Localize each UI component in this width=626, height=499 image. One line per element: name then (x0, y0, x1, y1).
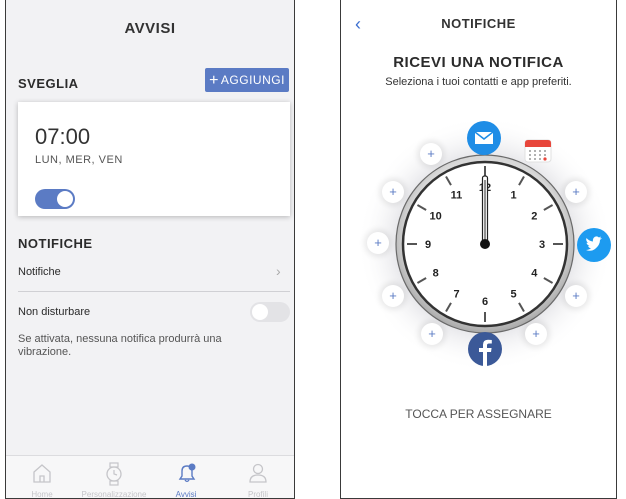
tab-bar: Home Personalizzazione Avvisi Profili (6, 455, 294, 499)
alerts-screen: AVVISI SVEGLIA + AGGIUNGI 07:00 LUN, MER,… (5, 0, 295, 499)
clock-number: 9 (425, 239, 431, 251)
home-icon (33, 464, 51, 483)
add-slot-button-7[interactable]: + (421, 323, 443, 345)
add-slot-button-4[interactable]: + (565, 285, 587, 307)
alarm-days: LUN, MER, VEN (35, 154, 123, 166)
notifications-screen: NOTIFICHE ‹ RICEVI UNA NOTIFICA Selezion… (340, 0, 617, 499)
add-slot-button-10[interactable]: + (382, 181, 404, 203)
clock-number: 6 (482, 296, 488, 308)
notifications-section-title: NOTIFICHE (18, 236, 93, 251)
divider (18, 291, 290, 292)
clock-number: 3 (539, 239, 545, 251)
calendar-icon[interactable] (524, 136, 552, 164)
add-slot-button-8[interactable]: + (382, 285, 404, 307)
alarm-time: 07:00 (35, 124, 91, 149)
tab-home[interactable]: Home (6, 456, 78, 499)
clock-number: 7 (453, 288, 459, 300)
tab-profiles-label: Profili (247, 490, 268, 499)
add-slot-button-9[interactable]: + (367, 232, 389, 254)
toggle-knob (57, 191, 73, 207)
do-not-disturb-description: Se attivata, nessuna notifica produrrà u… (18, 333, 222, 358)
add-slot-button-11[interactable]: + (420, 143, 442, 165)
profile-icon (249, 463, 267, 483)
twitter-icon[interactable] (577, 228, 611, 262)
clock-number: 11 (451, 190, 463, 202)
tab-customization-label: Personalizzazione (81, 490, 147, 499)
alarm-section-title: SVEGLIA (18, 76, 79, 91)
clock-number: 4 (531, 268, 538, 280)
facebook-icon[interactable] (468, 332, 502, 366)
clock-number: 10 (430, 211, 442, 223)
tap-to-assign-hint: TOCCA PER ASSEGNARE (405, 407, 552, 421)
add-slot-button-2[interactable]: + (565, 181, 587, 203)
alarm-toggle[interactable] (35, 189, 75, 209)
add-slot-button-5[interactable]: + (525, 323, 547, 345)
tab-alerts[interactable]: Avvisi (150, 456, 222, 499)
plus-icon: + (209, 72, 219, 89)
mail-icon[interactable] (467, 121, 501, 155)
add-alarm-label: AGGIUNGI (220, 73, 285, 87)
clock-number: 2 (531, 211, 537, 223)
tab-customization[interactable]: Personalizzazione (78, 456, 150, 499)
page-title: AVVISI (124, 20, 176, 37)
do-not-disturb-toggle[interactable] (250, 302, 290, 322)
toggle-knob (252, 304, 268, 320)
tab-home-label: Home (31, 490, 53, 499)
tab-alerts-label: Avvisi (175, 490, 197, 499)
alarm-card[interactable]: 07:00 LUN, MER, VEN (18, 102, 290, 216)
clock-center (480, 239, 490, 249)
chevron-right-icon: › (276, 263, 281, 279)
add-alarm-button[interactable]: + AGGIUNGI (205, 68, 289, 92)
bell-icon (178, 463, 196, 483)
clock-number: 1 (510, 190, 516, 202)
tab-profiles[interactable]: Profili (222, 456, 294, 499)
watch-icon (106, 462, 122, 486)
do-not-disturb-label: Non disturbare (18, 306, 91, 318)
clock-number: 5 (510, 288, 516, 300)
notifications-row[interactable]: Notifiche (18, 266, 61, 278)
clock-number: 8 (433, 268, 439, 280)
